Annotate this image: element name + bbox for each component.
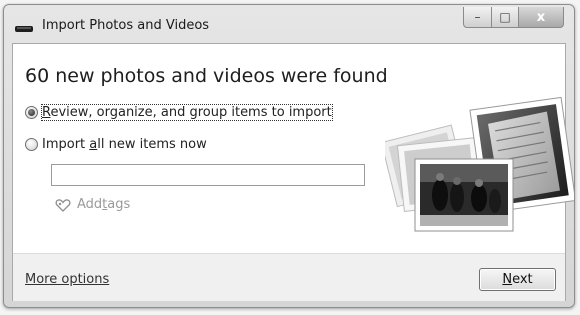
import-all-label[interactable]: Import all new items now xyxy=(42,137,207,152)
review-organize-radio[interactable] xyxy=(25,106,38,119)
add-tags-text-after: ags xyxy=(107,197,131,212)
photo-stack-illustration xyxy=(385,97,574,232)
tags-input[interactable] xyxy=(51,164,365,186)
import-all-option[interactable]: Import all new items now xyxy=(25,137,207,152)
review-organize-option[interactable]: Review, organize, and group items to imp… xyxy=(25,104,333,121)
title-bar[interactable]: Import Photos and Videos – □ x xyxy=(4,5,574,43)
next-button[interactable]: Next xyxy=(479,268,556,291)
page-title: 60 new photos and videos were found xyxy=(25,65,388,87)
more-options-link[interactable]: More options xyxy=(25,272,109,287)
minimize-icon: – xyxy=(474,10,481,24)
close-icon: x xyxy=(536,9,546,25)
minimize-button[interactable]: – xyxy=(463,7,492,28)
import-dialog-window: Import Photos and Videos – □ x 60 new ph… xyxy=(3,4,575,308)
review-organize-label[interactable]: Review, organize, and group items to imp… xyxy=(41,104,333,121)
label-text-after: ll new items now xyxy=(97,137,207,152)
maximize-button[interactable]: □ xyxy=(492,7,519,28)
label-text-before: Import xyxy=(42,137,90,152)
import-all-radio[interactable] xyxy=(25,138,38,151)
maximize-icon: □ xyxy=(499,10,511,24)
dialog-content: 60 new photos and videos were found Revi… xyxy=(12,43,574,301)
tag-icon xyxy=(55,198,71,212)
add-tags-link[interactable]: Add t ags xyxy=(55,197,130,212)
footer-bar: More options Next xyxy=(13,253,565,301)
caption-buttons: – □ x xyxy=(463,7,564,29)
add-tags-text-before: Add xyxy=(77,197,103,212)
label-text-after: eview, organize, and group items to impo… xyxy=(50,105,332,120)
window-title: Import Photos and Videos xyxy=(42,18,210,33)
import-device-icon xyxy=(15,26,33,32)
next-mnemonic: N xyxy=(502,272,513,287)
close-button[interactable]: x xyxy=(519,7,564,28)
next-text-after: ext xyxy=(512,272,533,287)
